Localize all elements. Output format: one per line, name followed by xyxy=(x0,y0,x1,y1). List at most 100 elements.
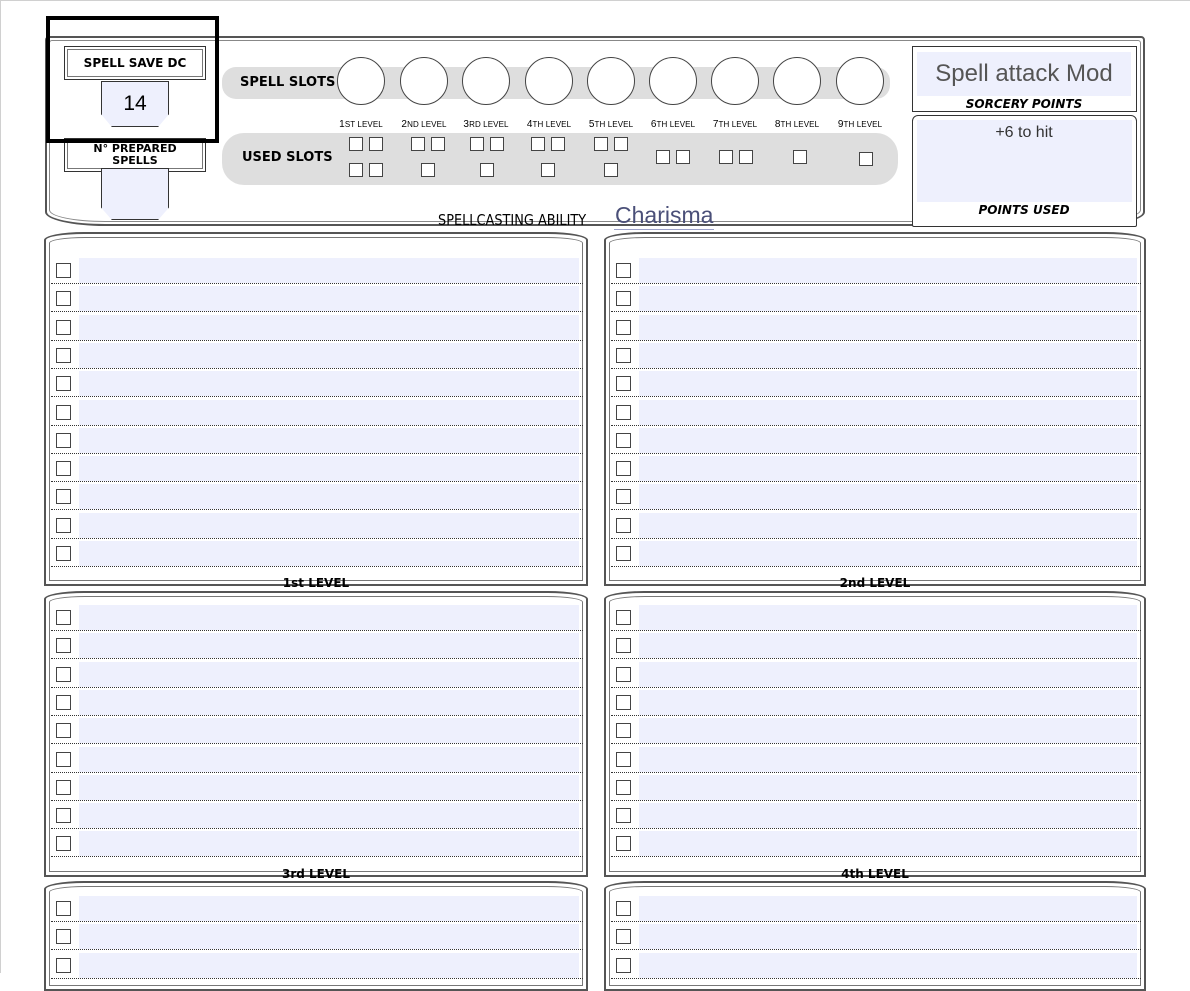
spell-name-field[interactable] xyxy=(79,896,579,921)
spell-row[interactable] xyxy=(611,341,1141,369)
spell-name-field[interactable] xyxy=(79,456,579,481)
spell-row[interactable] xyxy=(611,773,1141,801)
spell-name-field[interactable] xyxy=(79,513,579,538)
used-slot-checkbox[interactable] xyxy=(421,163,435,177)
spell-name-field[interactable] xyxy=(639,633,1137,658)
spell-prepared-checkbox[interactable] xyxy=(56,461,71,476)
spell-row[interactable] xyxy=(611,922,1141,950)
used-slot-checkbox[interactable] xyxy=(490,137,504,151)
spell-prepared-checkbox[interactable] xyxy=(616,461,631,476)
spell-prepared-checkbox[interactable] xyxy=(616,291,631,306)
spell-row[interactable] xyxy=(51,426,583,454)
spell-row[interactable] xyxy=(611,539,1141,567)
spell-row[interactable] xyxy=(611,660,1141,688)
spell-row[interactable] xyxy=(611,426,1141,454)
spell-slot-circle[interactable] xyxy=(773,57,821,105)
spell-row[interactable] xyxy=(611,951,1141,979)
spell-prepared-checkbox[interactable] xyxy=(56,291,71,306)
spell-prepared-checkbox[interactable] xyxy=(56,518,71,533)
spell-name-field[interactable] xyxy=(639,662,1137,687)
spell-prepared-checkbox[interactable] xyxy=(56,320,71,335)
spell-row[interactable] xyxy=(51,313,583,341)
spell-name-field[interactable] xyxy=(639,718,1137,743)
used-slot-checkbox[interactable] xyxy=(604,163,618,177)
spell-name-field[interactable] xyxy=(639,258,1137,283)
used-slot-checkbox[interactable] xyxy=(369,137,383,151)
spell-prepared-checkbox[interactable] xyxy=(616,405,631,420)
spell-prepared-checkbox[interactable] xyxy=(56,667,71,682)
spell-row[interactable] xyxy=(51,829,583,857)
spell-row[interactable] xyxy=(51,894,583,922)
spell-name-field[interactable] xyxy=(79,541,579,566)
spell-row[interactable] xyxy=(51,745,583,773)
spell-row[interactable] xyxy=(51,398,583,426)
spell-name-field[interactable] xyxy=(79,605,579,630)
used-slot-checkbox[interactable] xyxy=(541,163,555,177)
used-slot-checkbox[interactable] xyxy=(739,150,753,164)
spell-row[interactable] xyxy=(611,745,1141,773)
spell-prepared-checkbox[interactable] xyxy=(616,348,631,363)
used-slot-checkbox[interactable] xyxy=(676,150,690,164)
spell-row[interactable] xyxy=(611,369,1141,397)
spell-name-field[interactable] xyxy=(79,371,579,396)
spell-prepared-checkbox[interactable] xyxy=(616,723,631,738)
spell-prepared-checkbox[interactable] xyxy=(56,752,71,767)
spell-row[interactable] xyxy=(51,688,583,716)
spell-prepared-checkbox[interactable] xyxy=(616,958,631,973)
used-slot-checkbox[interactable] xyxy=(531,137,545,151)
prepared-spells-field[interactable] xyxy=(101,168,169,220)
spell-name-field[interactable] xyxy=(79,831,579,856)
spell-row[interactable] xyxy=(51,631,583,659)
used-slot-checkbox[interactable] xyxy=(349,137,363,151)
spell-name-field[interactable] xyxy=(79,803,579,828)
spell-name-field[interactable] xyxy=(639,286,1137,311)
spell-row[interactable] xyxy=(51,773,583,801)
spellcasting-ability-value[interactable]: Charisma xyxy=(614,202,714,230)
spell-name-field[interactable] xyxy=(639,831,1137,856)
spell-name-field[interactable] xyxy=(79,428,579,453)
spell-row[interactable] xyxy=(51,539,583,567)
spell-slot-circle[interactable] xyxy=(711,57,759,105)
spell-prepared-checkbox[interactable] xyxy=(56,405,71,420)
spell-name-field[interactable] xyxy=(639,541,1137,566)
used-slot-checkbox[interactable] xyxy=(614,137,628,151)
used-slot-checkbox[interactable] xyxy=(719,150,733,164)
spell-name-field[interactable] xyxy=(79,775,579,800)
spell-name-field[interactable] xyxy=(639,690,1137,715)
spell-row[interactable] xyxy=(51,660,583,688)
spell-row[interactable] xyxy=(611,716,1141,744)
spell-row[interactable] xyxy=(611,801,1141,829)
spell-name-field[interactable] xyxy=(79,662,579,687)
spell-row[interactable] xyxy=(611,313,1141,341)
spell-slot-circle[interactable] xyxy=(337,57,385,105)
spell-prepared-checkbox[interactable] xyxy=(616,695,631,710)
spell-name-field[interactable] xyxy=(639,896,1137,921)
spell-name-field[interactable] xyxy=(639,953,1137,978)
spell-prepared-checkbox[interactable] xyxy=(616,263,631,278)
spell-name-field[interactable] xyxy=(639,605,1137,630)
spell-prepared-checkbox[interactable] xyxy=(56,546,71,561)
spell-row[interactable] xyxy=(51,801,583,829)
spell-prepared-checkbox[interactable] xyxy=(56,263,71,278)
spell-row[interactable] xyxy=(51,482,583,510)
spell-prepared-checkbox[interactable] xyxy=(616,489,631,504)
spell-name-field[interactable] xyxy=(79,953,579,978)
spell-name-field[interactable] xyxy=(79,924,579,949)
spell-slot-circle[interactable] xyxy=(649,57,697,105)
spell-prepared-checkbox[interactable] xyxy=(616,320,631,335)
spell-prepared-checkbox[interactable] xyxy=(56,901,71,916)
spell-name-field[interactable] xyxy=(639,775,1137,800)
spell-name-field[interactable] xyxy=(79,747,579,772)
spell-slot-circle[interactable] xyxy=(836,57,884,105)
spell-name-field[interactable] xyxy=(639,343,1137,368)
spell-prepared-checkbox[interactable] xyxy=(616,518,631,533)
spell-name-field[interactable] xyxy=(639,315,1137,340)
spell-prepared-checkbox[interactable] xyxy=(56,638,71,653)
spell-name-field[interactable] xyxy=(79,484,579,509)
spell-row[interactable] xyxy=(611,894,1141,922)
spell-row[interactable] xyxy=(611,398,1141,426)
spell-row[interactable] xyxy=(51,369,583,397)
spell-row[interactable] xyxy=(611,454,1141,482)
spell-row[interactable] xyxy=(51,256,583,284)
spell-prepared-checkbox[interactable] xyxy=(616,667,631,682)
